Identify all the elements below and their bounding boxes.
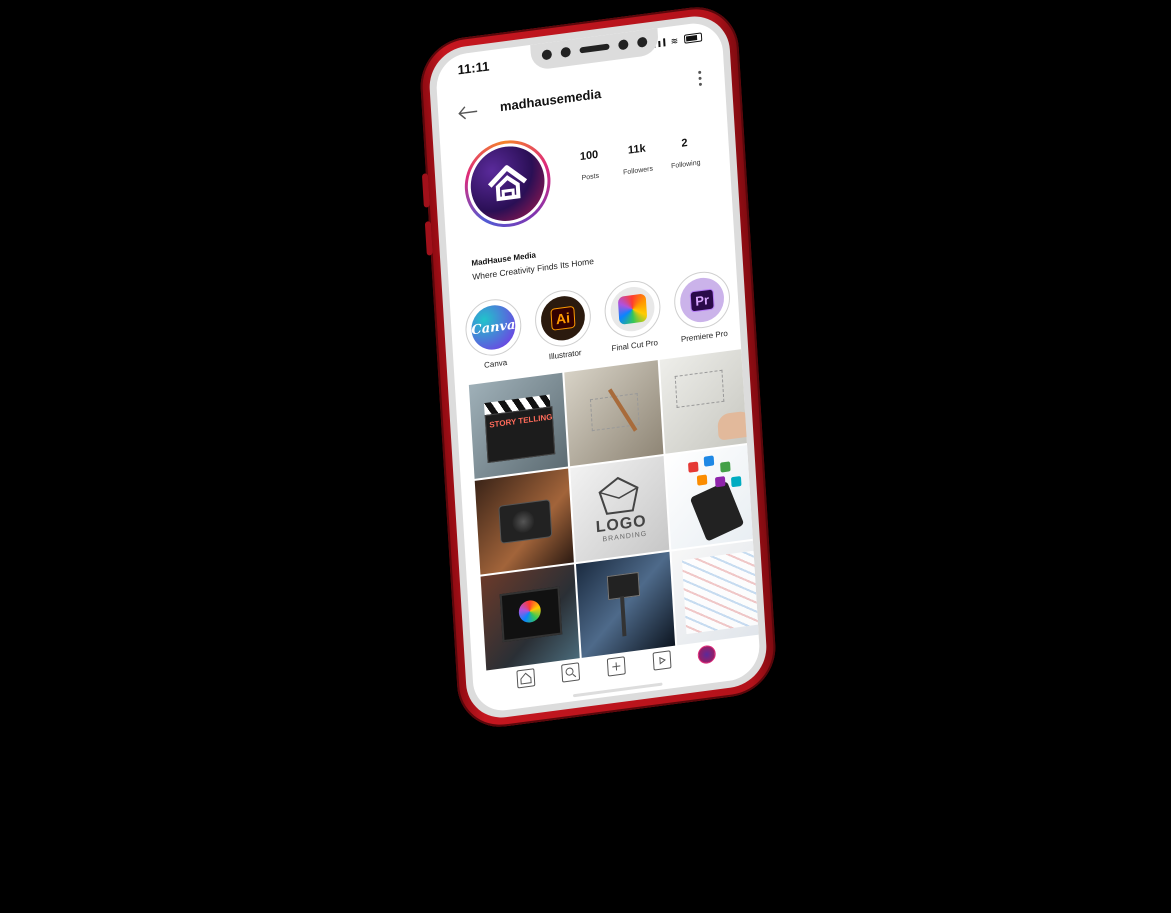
post-storytelling[interactable]: STORY TELLING xyxy=(468,372,569,479)
illustrator-glyph: Ai xyxy=(550,305,576,331)
highlight-label: Premiere Pro xyxy=(680,328,729,344)
battery-icon xyxy=(683,32,703,44)
illustrator-icon: Ai xyxy=(539,293,587,344)
camera-dot xyxy=(541,49,553,61)
highlight-label: Canva xyxy=(483,357,508,370)
highlight-premiere-pro[interactable]: Pr Premiere Pro xyxy=(671,268,735,345)
highlight-illustrator[interactable]: Ai Illustrator xyxy=(531,286,595,363)
stat-followers[interactable]: 11k Followers xyxy=(613,140,663,177)
sensor-dot xyxy=(560,46,572,58)
home-icon[interactable] xyxy=(516,668,536,689)
signal-bar xyxy=(658,40,662,48)
post-app-icons[interactable] xyxy=(665,443,762,550)
stat-label: Followers xyxy=(623,165,654,177)
post-color-swatches[interactable] xyxy=(671,539,762,646)
signal-bar xyxy=(663,38,666,47)
phone-screen: 11:11 ≋ madhausemedia 100 Posts 11k Foll… xyxy=(434,19,762,715)
premiere-pro-glyph: Pr xyxy=(689,287,715,313)
profile-bio: MadHause Media Where Creativity Finds It… xyxy=(471,243,594,281)
reels-icon[interactable] xyxy=(652,650,672,671)
stat-value: 2 xyxy=(681,136,688,150)
stat-value: 100 xyxy=(579,148,599,164)
highlight-canva[interactable]: Canva Canva xyxy=(462,295,526,373)
phone-mockup: 11:11 ≋ madhausemedia 100 Posts 11k Foll… xyxy=(417,1,779,733)
profile-avatar-nav[interactable] xyxy=(697,644,717,665)
post-color-grading[interactable] xyxy=(480,564,580,671)
post-camera[interactable] xyxy=(474,468,574,575)
post-logo-branding[interactable]: LOGO BRANDING xyxy=(570,455,670,563)
wifi-icon: ≋ xyxy=(670,35,679,47)
highlight-label: Illustrator xyxy=(548,348,582,362)
more-options-icon[interactable] xyxy=(698,70,703,87)
camera-dot xyxy=(636,36,648,48)
canva-icon: Canva xyxy=(470,302,517,353)
status-icons: ≋ xyxy=(653,32,703,48)
posts-grid: STORY TELLING LOGO BRANDING xyxy=(468,347,762,671)
speaker-grille xyxy=(579,43,610,54)
sketch-paper xyxy=(674,369,725,408)
profile-stats: 100 Posts 11k Followers 2 Following xyxy=(565,134,710,184)
add-post-icon[interactable] xyxy=(606,656,626,677)
final-cut-pro-icon xyxy=(609,284,656,334)
highlight-label: Final Cut Pro xyxy=(611,338,659,354)
search-icon[interactable] xyxy=(561,662,581,683)
sensor-dot xyxy=(618,39,629,51)
premiere-pro-icon: Pr xyxy=(678,275,726,325)
madhause-logo-icon xyxy=(487,165,528,202)
stat-value: 11k xyxy=(627,142,646,157)
back-arrow-icon[interactable] xyxy=(458,104,479,121)
post-video-shoot[interactable] xyxy=(575,551,676,658)
stat-label: Following xyxy=(670,159,701,171)
stat-label: Posts xyxy=(581,172,600,182)
smartphone-icon xyxy=(689,480,745,542)
status-time: 11:11 xyxy=(457,58,490,78)
profile-username: madhausemedia xyxy=(499,85,602,115)
camera-rig-pole xyxy=(620,595,627,637)
stat-following[interactable]: 2 Following xyxy=(660,134,710,171)
stat-posts[interactable]: 100 Posts xyxy=(565,147,615,184)
highlight-final-cut-pro[interactable]: Final Cut Pro xyxy=(601,277,665,354)
profile-avatar-ring[interactable] xyxy=(462,135,554,233)
swatches-image xyxy=(681,550,761,635)
post-sketch-notebook[interactable] xyxy=(564,360,664,467)
profile-header: madhausemedia xyxy=(438,68,726,130)
